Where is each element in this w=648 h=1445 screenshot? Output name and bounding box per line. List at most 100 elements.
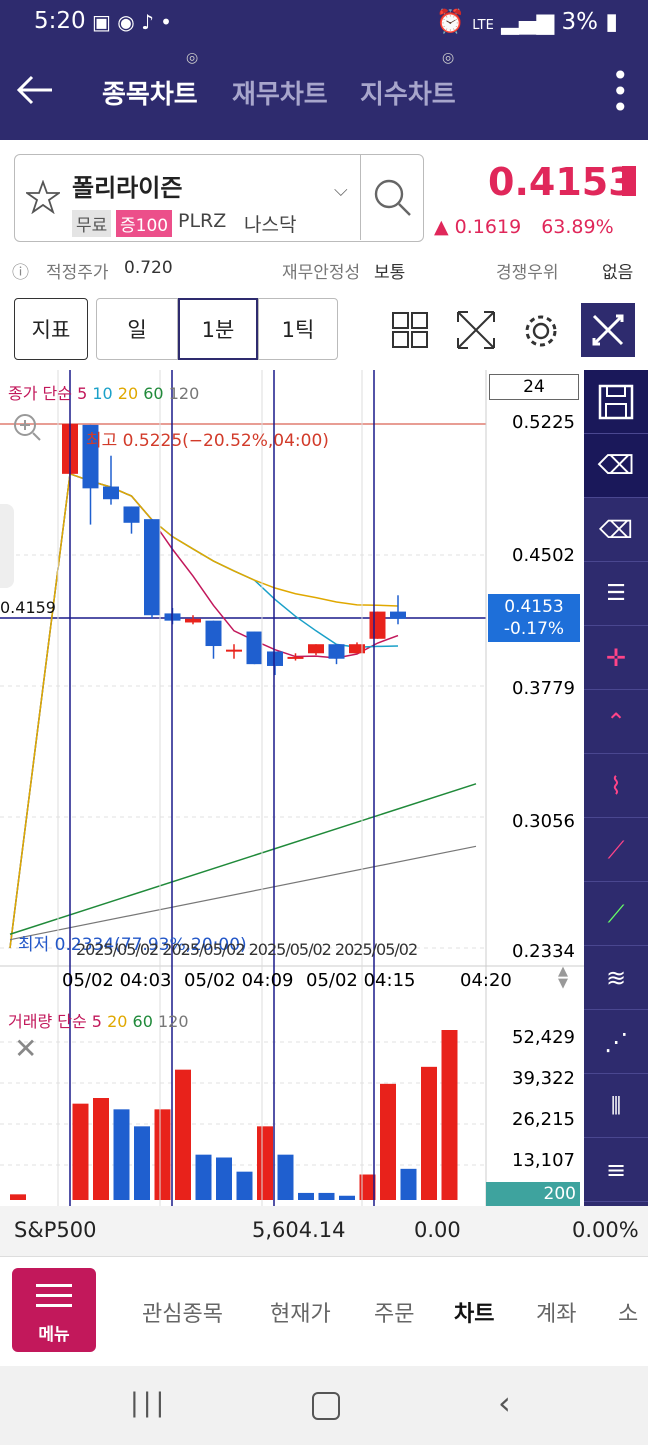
volume-bar [93,1098,109,1200]
candle-body [287,656,304,659]
vol-ma-120: 120 [157,1012,189,1031]
tab-index-chart[interactable]: 지수차트 [360,74,456,111]
recent-apps-icon[interactable]: ||| [130,1388,168,1418]
fullscreen-icon[interactable] [456,310,496,350]
nav-chart[interactable]: 차트 [454,1296,494,1328]
index-pct: 0.00% [572,1218,639,1242]
volume-bar [400,1168,417,1200]
volume-bar [175,1069,191,1200]
indicator-button[interactable]: 지표 [14,298,88,360]
candle-body [267,651,283,666]
nav-order[interactable]: 주문 [374,1296,414,1328]
candle-body [205,620,222,647]
vol-ma-5: 5 [91,1012,102,1031]
stock-market: 나스닥 [244,214,297,236]
wave-tool-button[interactable]: ⌇ [584,754,648,818]
nav-watchlist[interactable]: 관심종목 [142,1296,223,1328]
hamburger-icon [36,1284,72,1307]
save-tool-button[interactable] [584,370,648,434]
period-1tick-button[interactable]: 1틱 [258,298,338,360]
eraser-icon: ⌫ [597,451,635,481]
period-day-button[interactable]: 일 [96,298,178,360]
candle-body [308,644,324,654]
volume-legend[interactable]: 거래량 단순 5 20 60 120 [8,1008,189,1032]
auto-trend-tool-button[interactable]: ⟋ [584,882,648,946]
candle-body [185,618,201,623]
eraser-tool-button[interactable]: ⌫ [584,434,648,498]
vol-axis-4: 13,107 [512,1150,575,1171]
more-menu-icon[interactable]: • • • [612,62,629,122]
battery-icon: ▮ [605,9,618,35]
index-value: 5,604.14 [252,1218,346,1242]
cycle-tool-button[interactable]: ⦀ [584,1074,648,1138]
candle-body [103,486,119,500]
overlap-date-labels: 2025/05/02 2025/05/02 2025/05/02 2025/05… [76,940,418,959]
menu-label: 메뉴 [38,1325,70,1345]
ma-60: 60 [143,384,164,403]
tab-stock-chart[interactable]: 종목차트 [102,74,198,111]
price-change: ▲ 0.1619 63.89% [434,216,614,238]
peak-tool-button[interactable]: ⌃ [584,690,648,754]
price-axis-4: 0.3056 [512,811,575,832]
menu-button[interactable]: 메뉴 [12,1268,96,1352]
volume-bar [154,1109,171,1200]
ma-legend-title: 종가 단순 [8,384,72,403]
index-ticker-bar[interactable]: S&P500 5,604.14 0.00 0.00% [0,1206,648,1256]
close-volume-icon[interactable]: ✕ [14,1032,37,1065]
search-button[interactable] [360,154,423,240]
fibonacci-icon: ≡ [605,1156,627,1184]
candle-body [246,631,263,665]
layout-grid-icon[interactable] [392,312,428,348]
candle-body [369,611,386,639]
price-chart[interactable] [0,370,584,1210]
volume-bar [134,1126,150,1200]
back-icon[interactable] [16,74,54,106]
up-arrow-icon: ▲ [434,216,449,238]
candle-body [144,519,160,616]
hcl-tool-button[interactable]: ☰ [584,562,648,626]
ma-5: 5 [77,384,88,403]
time-label-2: 05/02 04:09 [184,970,294,991]
candle-body [123,506,140,523]
vol-axis-2: 39,322 [512,1068,575,1089]
side-drawer-handle[interactable] [0,504,14,588]
ma20-line [9,472,399,949]
help-icon[interactable]: ⓘ [12,258,29,283]
zoom-in-icon[interactable] [12,412,42,442]
alarm-icon: ⏰ [436,9,465,35]
volume-bar [318,1192,335,1200]
volume-bar [257,1126,273,1200]
drawing-tools-button[interactable] [581,303,635,357]
tab-financial-chart[interactable]: 재무차트 [232,74,328,111]
app-header: 5:20 ▣ ◉ ♪ • ⏰ LTE ▂▄▆ 3% ▮ 종목차트 재무차트 지수… [0,0,648,140]
back-nav-icon[interactable]: ‹ [498,1384,511,1422]
current-price-tag-pct: -0.17% [503,619,565,639]
change-value: 0.1619 [454,216,522,238]
favorite-star-icon[interactable] [26,180,60,214]
settings-gear-icon[interactable] [522,312,560,350]
wave-icon: ⌇ [610,772,622,800]
fan-tool-button[interactable]: ⋰ [584,1010,648,1074]
count-box[interactable]: 24 [489,374,579,400]
volume-bar [421,1066,437,1200]
trend-line-tool-button[interactable]: ⟋ [584,818,648,882]
crosshair-price: 0.4159 [0,598,56,617]
nav-account[interactable]: 계좌 [536,1296,576,1328]
fibonacci-tool-button[interactable]: ≡ [584,1138,648,1202]
ma-legend[interactable]: 종가 단순 5 10 20 60 120 [8,380,199,404]
ma-10: 10 [92,384,113,403]
arc-tool-button[interactable]: ≋ [584,946,648,1010]
nav-more[interactable]: 소 [618,1296,638,1328]
home-icon[interactable] [312,1392,340,1420]
period-1min-button[interactable]: 1분 [178,298,258,360]
chevron-down-icon[interactable]: ⌵ [334,180,348,201]
erase-all-tool-button[interactable]: ⌫ [584,498,648,562]
candle-body [328,644,345,659]
nav-current-price[interactable]: 현재가 [270,1296,331,1328]
fin-stability-label: 재무안정성 [282,263,361,283]
time-label-1: 05/02 04:03 [62,970,172,991]
scroll-arrows-icon[interactable]: ▲ ▼ [558,965,568,990]
tools-icon [592,314,624,346]
tag-margin: 증100 [116,210,173,237]
cross-tool-button[interactable]: ✛ [584,626,648,690]
